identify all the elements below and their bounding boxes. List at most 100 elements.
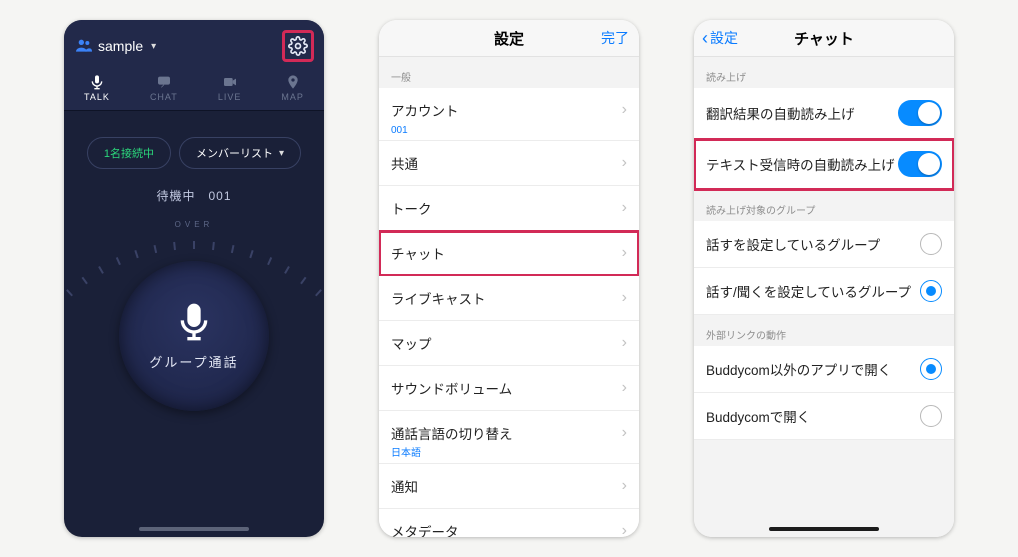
tab-talk[interactable]: TALK	[84, 74, 110, 102]
section-general: 一般	[379, 57, 639, 88]
settings-header: 設定 完了	[379, 20, 639, 57]
settings-screen: 設定 完了 一般 アカウント › 001 共通 › トーク › チャット › ラ…	[379, 20, 639, 537]
chevron-right-icon: ›	[622, 154, 627, 172]
talk-screen: sample ▾ TALK CHAT LIVE	[64, 20, 324, 537]
chat-icon	[150, 74, 178, 92]
status-label: 待機中	[156, 189, 195, 203]
ptt-button[interactable]: グループ通話	[119, 261, 269, 411]
section-read: 読み上げ	[694, 57, 954, 88]
row-chat[interactable]: チャット ›	[379, 231, 639, 276]
toggle-auto-text[interactable]	[898, 151, 942, 177]
row-label: サウンドボリューム	[391, 378, 512, 398]
row-label: トーク	[391, 198, 432, 218]
chevron-right-icon: ›	[622, 424, 627, 442]
chevron-right-icon: ›	[622, 379, 627, 397]
row-account[interactable]: アカウント › 001	[379, 88, 639, 141]
tab-label: CHAT	[150, 92, 178, 102]
gear-icon	[288, 36, 308, 56]
over-label: OVER	[175, 220, 214, 229]
chevron-down-icon: ▾	[151, 41, 156, 52]
row-label: チャット	[391, 243, 445, 263]
row-ext-other[interactable]: Buddycom以外のアプリで開く	[694, 346, 954, 393]
section-extlink: 外部リンクの動作	[694, 315, 954, 346]
row-label: Buddycomで開く	[706, 406, 810, 426]
row-label: マップ	[391, 333, 432, 353]
row-label: 話すを設定しているグループ	[706, 234, 880, 254]
tab-chat[interactable]: CHAT	[150, 74, 178, 102]
member-list-label: メンバーリスト	[196, 145, 273, 161]
row-sound[interactable]: サウンドボリューム ›	[379, 366, 639, 411]
row-notify[interactable]: 通知 ›	[379, 464, 639, 509]
tab-label: MAP	[281, 92, 304, 102]
tab-map[interactable]: MAP	[281, 74, 304, 102]
chevron-right-icon: ›	[622, 477, 627, 495]
row-map[interactable]: マップ ›	[379, 321, 639, 366]
chevron-right-icon: ›	[622, 289, 627, 307]
row-sub: 001	[391, 125, 408, 136]
status-id: 001	[209, 189, 232, 203]
mic-icon	[84, 74, 110, 92]
talk-header: sample ▾	[64, 20, 324, 70]
home-indicator	[769, 527, 879, 531]
row-label: ライブキャスト	[391, 288, 486, 308]
chevron-left-icon: ‹	[702, 28, 708, 49]
connected-count: 1名接続中	[104, 145, 154, 161]
home-indicator	[139, 527, 249, 531]
row-auto-text: テキスト受信時の自動読み上げ	[694, 139, 954, 190]
people-icon	[76, 38, 92, 55]
radio-ext-other[interactable]	[920, 358, 942, 380]
mic-icon	[174, 302, 214, 342]
camera-icon	[218, 74, 242, 92]
group-name: sample	[98, 38, 143, 54]
settings-button[interactable]	[282, 30, 314, 62]
chevron-right-icon: ›	[622, 244, 627, 262]
row-label: 共通	[391, 153, 418, 173]
ptt-label: グループ通話	[149, 352, 238, 371]
radio-group-both[interactable]	[920, 280, 942, 302]
row-label: 話す/聞くを設定しているグループ	[706, 281, 911, 301]
chevron-right-icon: ›	[622, 334, 627, 352]
done-label: 完了	[601, 28, 629, 48]
row-label: Buddycom以外のアプリで開く	[706, 359, 891, 379]
row-group-both[interactable]: 話す/聞くを設定しているグループ	[694, 268, 954, 315]
chevron-right-icon: ›	[622, 101, 627, 119]
done-button[interactable]: 完了	[601, 20, 629, 56]
row-auto-trans: 翻訳結果の自動読み上げ	[694, 88, 954, 139]
row-label: 通知	[391, 476, 418, 496]
talk-body: 1名接続中 メンバーリスト ▾ 待機中 001 OVER グループ通話	[64, 111, 324, 537]
row-group-talk[interactable]: 話すを設定しているグループ	[694, 221, 954, 268]
row-label: テキスト受信時の自動読み上げ	[706, 154, 895, 174]
group-selector[interactable]: sample ▾	[76, 38, 156, 55]
chat-header: ‹ 設定 チャット	[694, 20, 954, 57]
chat-settings-screen: ‹ 設定 チャット 読み上げ 翻訳結果の自動読み上げ テキスト受信時の自動読み上…	[694, 20, 954, 537]
chevron-right-icon: ›	[622, 199, 627, 217]
section-read-group: 読み上げ対象のグループ	[694, 190, 954, 221]
tab-live[interactable]: LIVE	[218, 74, 242, 102]
chevron-right-icon: ›	[622, 522, 627, 537]
row-ext-buddy[interactable]: Buddycomで開く	[694, 393, 954, 440]
row-label: メタデータ	[391, 521, 459, 537]
row-common[interactable]: 共通 ›	[379, 141, 639, 186]
status-line: 待機中 001	[156, 187, 231, 204]
back-button[interactable]: ‹ 設定	[702, 20, 738, 56]
row-lang[interactable]: 通話言語の切り替え › 日本語	[379, 411, 639, 464]
connected-pill[interactable]: 1名接続中	[87, 137, 171, 169]
chevron-down-icon: ▾	[279, 148, 284, 159]
row-meta[interactable]: メタデータ ›	[379, 509, 639, 537]
settings-title: 設定	[494, 28, 524, 49]
row-label: 通話言語の切り替え	[391, 423, 513, 443]
row-talk[interactable]: トーク ›	[379, 186, 639, 231]
tab-bar: TALK CHAT LIVE MAP	[64, 70, 324, 111]
radio-ext-buddy[interactable]	[920, 405, 942, 427]
row-sub: 日本語	[391, 444, 421, 459]
member-list-pill[interactable]: メンバーリスト ▾	[179, 137, 301, 169]
tab-label: LIVE	[218, 92, 242, 102]
row-label: 翻訳結果の自動読み上げ	[706, 103, 855, 123]
ptt-dial: グループ通話	[89, 231, 299, 441]
pin-icon	[281, 74, 304, 92]
row-livecast[interactable]: ライブキャスト ›	[379, 276, 639, 321]
row-label: アカウント	[391, 100, 459, 120]
radio-group-talk[interactable]	[920, 233, 942, 255]
toggle-auto-trans[interactable]	[898, 100, 942, 126]
chat-title: チャット	[794, 28, 854, 49]
